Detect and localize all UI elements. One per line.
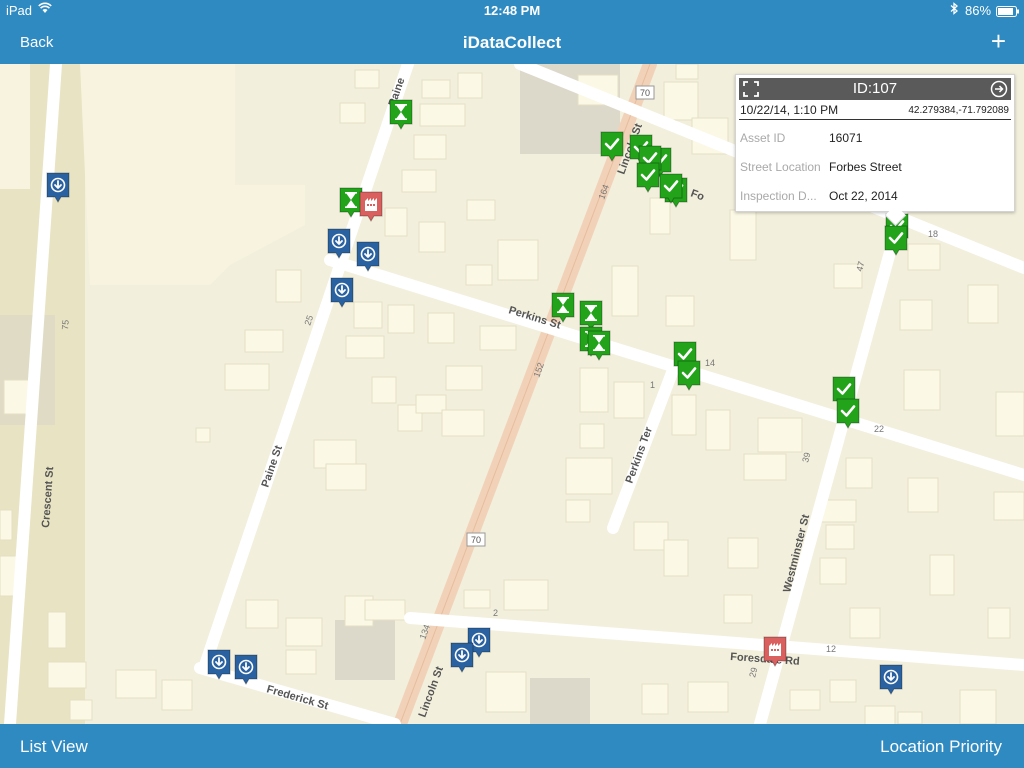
street-label-forbes: Fo (689, 188, 706, 204)
house-number: 39 (800, 451, 812, 463)
field-value: 16071 (829, 131, 863, 145)
house-number: 12 (826, 644, 836, 654)
list-view-button[interactable]: List View (20, 737, 88, 757)
bluetooth-icon (950, 2, 958, 18)
clock: 12:48 PM (483, 3, 541, 18)
route-70-shield-north: 70 (635, 85, 655, 100)
completed-marker[interactable] (636, 162, 660, 193)
asset-callout[interactable]: ID:107 10/22/14, 1:10 PM 42.279384,-71.7… (735, 74, 1015, 227)
map-view[interactable]: 70 70 Crescent St Paine St Paine Perkins… (0, 64, 1024, 724)
house-number: 1 (650, 380, 655, 390)
download-marker[interactable] (450, 642, 474, 673)
house-number: 29 (747, 666, 759, 678)
field-label: Street Location (740, 160, 821, 174)
navigation-bar: Back iDataCollect + (0, 20, 1024, 64)
house-number: 47 (854, 260, 866, 272)
field-label: Inspection D... (740, 189, 817, 203)
house-number: 75 (60, 319, 71, 330)
arrow-right-circle-icon[interactable] (990, 80, 1008, 103)
route-70-shield-south: 70 (466, 532, 486, 547)
house-number: 2 (493, 608, 498, 618)
download-marker[interactable] (879, 664, 903, 695)
house-number: 22 (874, 424, 884, 434)
callout-coordinates: 42.279384,-71.792089 (908, 105, 1009, 116)
field-label: Asset ID (740, 131, 786, 145)
location-priority-button[interactable]: Location Priority (880, 737, 1002, 757)
route-shield-label: 70 (471, 535, 481, 545)
street-label-frederick: Frederick St (265, 683, 330, 712)
divider (739, 119, 1011, 120)
issue-marker[interactable] (359, 191, 383, 222)
battery-percent: 86% (965, 3, 992, 18)
callout-datetime: 10/22/14, 1:10 PM (740, 103, 839, 117)
plus-icon: + (990, 26, 1006, 56)
field-value: Forbes Street (829, 160, 902, 174)
add-button[interactable]: + (991, 28, 1006, 54)
callout-title: ID:107 (852, 80, 898, 97)
pending-marker[interactable] (579, 300, 603, 331)
callout-header: ID:107 (739, 78, 1011, 100)
download-marker[interactable] (330, 277, 354, 308)
battery-icon (996, 5, 1020, 20)
house-number: 14 (705, 358, 715, 368)
street-label-perkins-ter: Perkins Ter (624, 425, 656, 485)
completed-marker[interactable] (677, 360, 701, 391)
route-shield-label: 70 (640, 88, 650, 98)
building-icon (769, 643, 781, 656)
building-icon (365, 198, 377, 211)
house-number: 18 (928, 229, 938, 239)
street-label-paine: Paine St (259, 444, 285, 489)
app-title: iDataCollect (462, 33, 562, 52)
house-number: 25 (302, 314, 315, 327)
bottom-toolbar: List View Location Priority (0, 724, 1024, 768)
field-value: Oct 22, 2014 (829, 189, 898, 203)
status-bar: iPad 12:48 PM 86% (0, 0, 1024, 20)
